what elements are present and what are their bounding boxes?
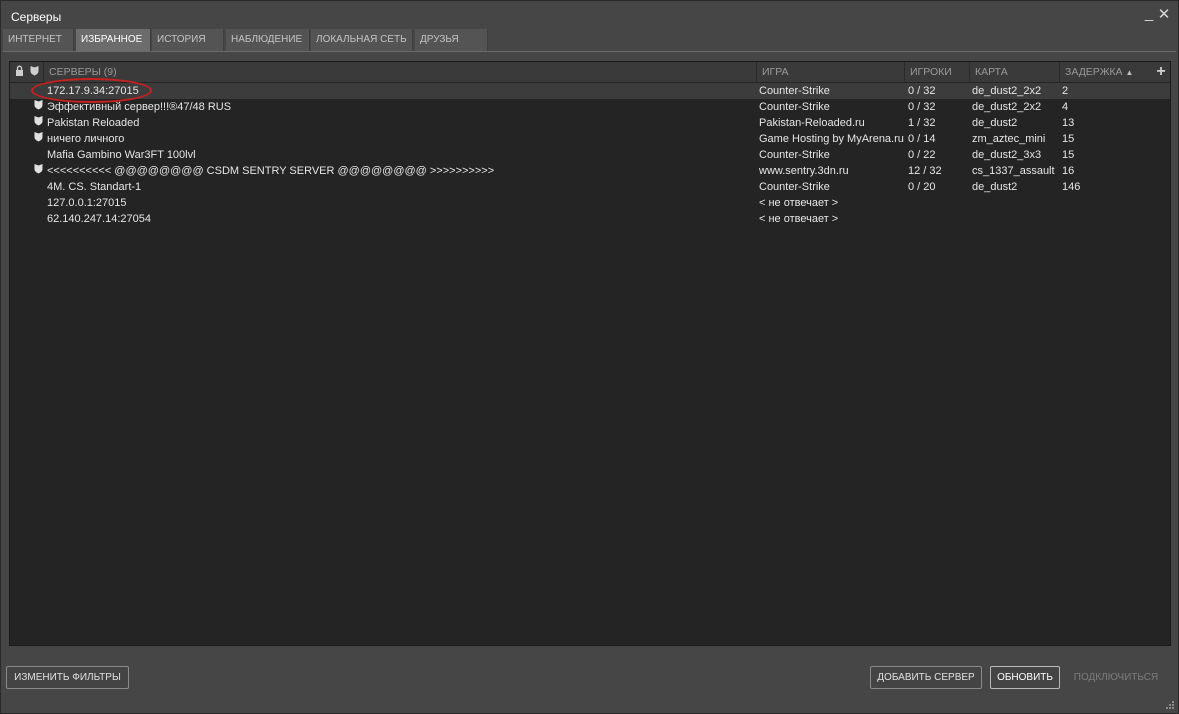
column-game[interactable]: ИГРА [756, 62, 907, 82]
server-game: Pakistan-Reloaded.ru [759, 117, 865, 129]
server-ping: 15 [1062, 133, 1075, 145]
server-map: de_dust2_2x2 [972, 101, 1042, 113]
server-ping: 146 [1062, 181, 1081, 193]
favorite-shield-icon [32, 163, 44, 179]
tab-divider [3, 51, 1176, 52]
servers-window: Серверы _ ✕ ИНТЕРНЕТ ИЗБРАННОЕ ИСТОРИЯ Н… [0, 0, 1179, 714]
table-row[interactable]: 4M. CS. Standart-1 Counter-Strike 0 / 20… [10, 179, 1170, 195]
server-name: 172.17.9.34:27015 [47, 85, 139, 97]
server-name: Pakistan Reloaded [47, 117, 140, 129]
server-list[interactable]: СЕРВЕРЫ (9) ИГРА ИГРОКИ КАРТА ЗАДЕРЖКА ▲ … [9, 61, 1171, 646]
server-name: 62.140.247.14:27054 [47, 213, 151, 225]
server-ping [1062, 211, 1122, 227]
server-name: 127.0.0.1:27015 [47, 197, 127, 209]
server-players: 1 / 32 [908, 117, 936, 129]
server-players [908, 195, 970, 211]
column-servers[interactable]: СЕРВЕРЫ (9) [43, 62, 756, 82]
table-row[interactable]: 62.140.247.14:27054 < не отвечает > [10, 211, 1170, 227]
server-players: 0 / 32 [908, 101, 936, 113]
server-ping: 16 [1062, 165, 1075, 177]
column-players[interactable]: ИГРОКИ [904, 62, 970, 82]
tab-internet[interactable]: ИНТЕРНЕТ [3, 29, 74, 51]
refresh-button[interactable]: ОБНОВИТЬ [990, 666, 1060, 689]
server-game: Counter-Strike [759, 101, 830, 113]
list-header: СЕРВЕРЫ (9) ИГРА ИГРОКИ КАРТА ЗАДЕРЖКА ▲ … [10, 62, 1170, 82]
server-players: 12 / 32 [908, 165, 942, 177]
tab-bar: ИНТЕРНЕТ ИЗБРАННОЕ ИСТОРИЯ НАБЛЮДЕНИЕ ЛО… [3, 29, 1176, 51]
server-map: de_dust2 [972, 117, 1018, 129]
favorite-shield-icon [32, 131, 44, 147]
tab-history[interactable]: ИСТОРИЯ [152, 29, 224, 51]
server-name: Эффективный сервер!!!®47/48 RUS [47, 101, 232, 113]
resize-grip-icon[interactable] [1164, 699, 1176, 711]
server-players: 0 / 20 [908, 181, 936, 193]
column-ping-label: ЗАДЕРЖКА [1065, 66, 1123, 78]
server-name: 4M. CS. Standart-1 [47, 181, 142, 193]
server-ping: 15 [1062, 149, 1075, 161]
server-game: < не отвечает > [759, 197, 839, 209]
server-rows: 172.17.9.34:27015 Counter-Strike 0 / 32 … [10, 83, 1170, 227]
lock-icon[interactable] [13, 65, 25, 79]
table-row[interactable]: Эффективный сервер!!!®47/48 RUS Counter-… [10, 99, 1170, 115]
server-players: 0 / 22 [908, 149, 936, 161]
table-row[interactable]: 172.17.9.34:27015 Counter-Strike 0 / 32 … [10, 83, 1170, 99]
server-game: Counter-Strike [759, 149, 830, 161]
shield-icon[interactable] [28, 65, 40, 79]
server-map [972, 211, 1060, 227]
table-row[interactable]: 127.0.0.1:27015 < не отвечает > [10, 195, 1170, 211]
title-bar[interactable]: Серверы _ ✕ [1, 1, 1178, 29]
server-name: ничего личного [47, 133, 125, 145]
server-map [972, 195, 1060, 211]
add-server-button[interactable]: ДОБАВИТЬ СЕРВЕР [870, 666, 982, 689]
tab-favorites[interactable]: ИЗБРАННОЕ [76, 29, 151, 51]
sort-ascending-icon: ▲ [1125, 68, 1134, 77]
server-ping: 2 [1062, 85, 1069, 97]
tab-spectate[interactable]: НАБЛЮДЕНИЕ [226, 29, 310, 51]
table-row[interactable]: ничего личного Game Hosting by MyArena.r… [10, 131, 1170, 147]
server-game: www.sentry.3dn.ru [759, 165, 849, 177]
close-button[interactable]: ✕ [1156, 6, 1172, 24]
server-players: 0 / 14 [908, 133, 936, 145]
server-game: Game Hosting by MyArena.ru [759, 133, 904, 145]
change-filters-button[interactable]: ИЗМЕНИТЬ ФИЛЬТРЫ [6, 666, 129, 689]
connect-button[interactable]: ПОДКЛЮЧИТЬСЯ [1067, 666, 1165, 689]
column-map[interactable]: КАРТА [969, 62, 1060, 82]
table-row[interactable]: <<<<<<<<<< @@@@@@@@ CSDM SENTRY SERVER @… [10, 163, 1170, 179]
server-name: <<<<<<<<<< @@@@@@@@ CSDM SENTRY SERVER @… [47, 165, 495, 177]
server-ping [1062, 195, 1122, 211]
server-name: Mafia Gambino War3FT 100lvl [47, 149, 196, 161]
server-players [908, 211, 970, 227]
server-game: < не отвечает > [759, 213, 839, 225]
server-players: 0 / 32 [908, 85, 936, 97]
table-row[interactable]: Pakistan Reloaded Pakistan-Reloaded.ru 1… [10, 115, 1170, 131]
window-title: Серверы [11, 10, 62, 24]
table-row[interactable]: Mafia Gambino War3FT 100lvl Counter-Stri… [10, 147, 1170, 163]
server-game: Counter-Strike [759, 181, 830, 193]
server-map: zm_aztec_mini [972, 133, 1046, 145]
column-ping[interactable]: ЗАДЕРЖКА ▲ [1059, 62, 1151, 82]
minimize-button[interactable]: _ [1141, 5, 1157, 23]
server-map: cs_1337_assault [972, 165, 1055, 177]
favorite-shield-icon [32, 115, 44, 131]
server-ping: 4 [1062, 101, 1069, 113]
server-map: de_dust2_2x2 [972, 85, 1042, 97]
add-column-button[interactable]: + [1153, 62, 1169, 82]
server-ping: 13 [1062, 117, 1075, 129]
server-map: de_dust2_3x3 [972, 149, 1042, 161]
server-map: de_dust2 [972, 181, 1018, 193]
favorite-shield-icon [32, 99, 44, 115]
tab-friends[interactable]: ДРУЗЬЯ [415, 29, 488, 51]
tab-lan[interactable]: ЛОКАЛЬНАЯ СЕТЬ [311, 29, 413, 51]
server-game: Counter-Strike [759, 85, 830, 97]
